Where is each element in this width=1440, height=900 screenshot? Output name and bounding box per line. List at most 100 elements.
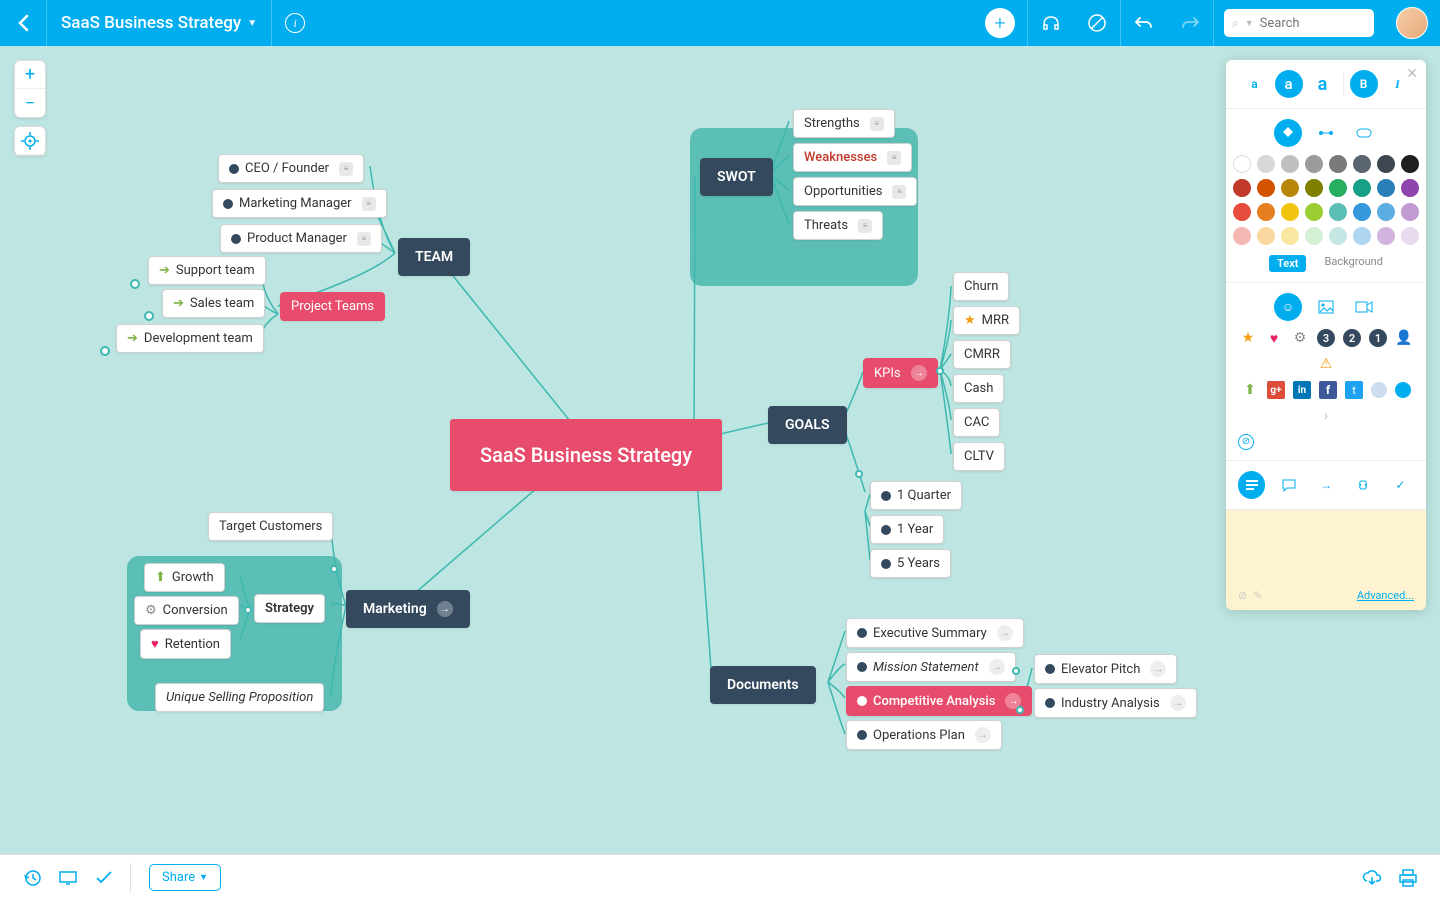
color-swatch[interactable] — [1377, 203, 1395, 221]
strategy-growth[interactable]: ⬆Growth — [144, 563, 225, 592]
swot-threats[interactable]: Threats≡ — [793, 211, 883, 240]
text-size-small[interactable]: a — [1241, 70, 1269, 98]
color-swatch[interactable] — [1377, 227, 1395, 245]
search-input[interactable] — [1260, 16, 1366, 31]
linkedin-sticker[interactable]: in — [1293, 381, 1311, 399]
team-person-marketing[interactable]: Marketing Manager≡ — [212, 189, 387, 218]
block-tiny-icon[interactable]: ⊘ — [1238, 589, 1247, 602]
swot-weaknesses[interactable]: Weaknesses≡ — [793, 143, 912, 172]
development-team-node[interactable]: ➔Development team — [116, 324, 264, 353]
color-swatch[interactable] — [1257, 179, 1275, 197]
color-swatch[interactable] — [1329, 155, 1347, 173]
circle-light-sticker[interactable] — [1371, 382, 1387, 398]
kpi-cac[interactable]: CAC — [953, 408, 1000, 437]
mindmap-canvas[interactable]: SaaS Business Strategy TEAM CEO / Founde… — [0, 46, 1440, 854]
goals-node[interactable]: GOALS — [768, 406, 847, 444]
color-swatch[interactable] — [1233, 203, 1251, 221]
color-swatch[interactable] — [1281, 179, 1299, 197]
info-button[interactable]: i — [272, 0, 318, 46]
background-color-tab[interactable]: Background — [1324, 255, 1382, 272]
color-swatch[interactable] — [1281, 155, 1299, 173]
text-size-large[interactable]: a — [1309, 70, 1337, 98]
color-swatch[interactable] — [1377, 155, 1395, 173]
horizon-1y[interactable]: 1 Year — [870, 515, 944, 544]
color-swatch[interactable] — [1401, 203, 1419, 221]
note-icon[interactable]: ≡ — [339, 162, 353, 176]
doc-elevator[interactable]: Elevator Pitch→ — [1034, 654, 1177, 684]
anchor-dot[interactable] — [855, 470, 863, 478]
anchor-dot[interactable] — [244, 606, 252, 614]
doc-mission[interactable]: Mission Statement→ — [846, 652, 1016, 682]
note-icon[interactable]: ≡ — [870, 117, 884, 131]
notes-tab[interactable] — [1238, 471, 1265, 499]
color-swatch[interactable] — [1233, 155, 1251, 173]
link-tab[interactable]: → — [1312, 471, 1339, 499]
marketing-strategy[interactable]: Strategy — [254, 594, 325, 623]
number-2-sticker[interactable]: 2 — [1343, 329, 1361, 347]
kpi-cltv[interactable]: CLTV — [953, 442, 1005, 471]
arrow-up-sticker[interactable]: ⬆ — [1241, 381, 1259, 399]
fill-color-tab[interactable] — [1274, 119, 1302, 147]
attachment-tab[interactable] — [1350, 471, 1377, 499]
advanced-link[interactable]: Advanced... — [1357, 589, 1414, 602]
team-person-ceo[interactable]: CEO / Founder≡ — [218, 154, 364, 183]
color-swatch[interactable] — [1257, 227, 1275, 245]
connector-style-tab[interactable] — [1312, 119, 1340, 147]
doc-competitive-analysis[interactable]: Competitive Analysis→ — [846, 686, 1032, 716]
history-button[interactable] — [14, 860, 50, 896]
anchor-dot[interactable] — [936, 367, 944, 375]
color-swatch[interactable] — [1305, 203, 1323, 221]
block-icon[interactable] — [1074, 0, 1120, 46]
user-avatar[interactable] — [1396, 7, 1428, 39]
text-size-medium[interactable]: a — [1275, 70, 1303, 98]
support-team-node[interactable]: ➔Support team — [148, 256, 266, 285]
bold-button[interactable]: B — [1350, 70, 1378, 98]
video-button[interactable] — [1350, 293, 1378, 321]
notes-area[interactable]: ⊘✎ Advanced... — [1226, 510, 1426, 610]
cloud-download-button[interactable] — [1354, 860, 1390, 896]
swot-node[interactable]: SWOT — [700, 158, 773, 196]
color-swatch[interactable] — [1353, 179, 1371, 197]
color-swatch[interactable] — [1281, 203, 1299, 221]
doc-operations[interactable]: Operations Plan→ — [846, 720, 1002, 750]
share-button[interactable]: Share▼ — [149, 864, 221, 891]
anchor-dot[interactable] — [144, 311, 154, 321]
task-tab[interactable]: ✓ — [1387, 471, 1414, 499]
emoji-button[interactable]: ☺ — [1274, 293, 1302, 321]
note-icon[interactable]: ≡ — [892, 185, 906, 199]
color-swatch[interactable] — [1305, 227, 1323, 245]
color-swatch[interactable] — [1401, 179, 1419, 197]
color-swatch[interactable] — [1233, 227, 1251, 245]
anchor-dot[interactable] — [1016, 706, 1024, 714]
color-swatch[interactable] — [1233, 179, 1251, 197]
shape-style-tab[interactable] — [1350, 119, 1378, 147]
kpi-cash[interactable]: Cash — [953, 374, 1004, 403]
zoom-in-button[interactable]: + — [15, 61, 45, 89]
color-swatch[interactable] — [1353, 203, 1371, 221]
kpi-mrr[interactable]: ★MRR — [953, 306, 1020, 335]
color-swatch[interactable] — [1329, 227, 1347, 245]
search-box[interactable]: ⌕ ▼ — [1224, 9, 1374, 37]
number-3-sticker[interactable]: 3 — [1317, 329, 1335, 347]
color-swatch[interactable] — [1257, 155, 1275, 173]
facebook-sticker[interactable]: f — [1319, 381, 1337, 399]
horizon-5y[interactable]: 5 Years — [870, 549, 951, 578]
zoom-out-button[interactable]: − — [15, 89, 45, 117]
horizon-q1[interactable]: 1 Quarter — [870, 481, 962, 510]
strategy-retention[interactable]: ♥Retention — [140, 629, 231, 659]
anchor-dot[interactable] — [100, 346, 110, 356]
kpi-cmrr[interactable]: CMRR — [953, 340, 1011, 369]
color-swatch[interactable] — [1353, 155, 1371, 173]
more-stickers-button[interactable]: › — [1317, 407, 1335, 425]
anchor-dot[interactable] — [330, 565, 338, 573]
marketing-usp[interactable]: Unique Selling Proposition — [155, 683, 324, 712]
person-sticker[interactable]: 👤 — [1395, 329, 1413, 347]
note-icon[interactable]: ≡ — [362, 197, 376, 211]
anchor-dot[interactable] — [130, 279, 140, 289]
kpi-churn[interactable]: Churn — [953, 272, 1009, 301]
swot-opportunities[interactable]: Opportunities≡ — [793, 177, 917, 206]
marketing-node[interactable]: Marketing→ — [346, 590, 470, 628]
color-swatch[interactable] — [1329, 179, 1347, 197]
color-swatch[interactable] — [1401, 155, 1419, 173]
clear-sticker-button[interactable]: ⊘ — [1238, 434, 1254, 450]
